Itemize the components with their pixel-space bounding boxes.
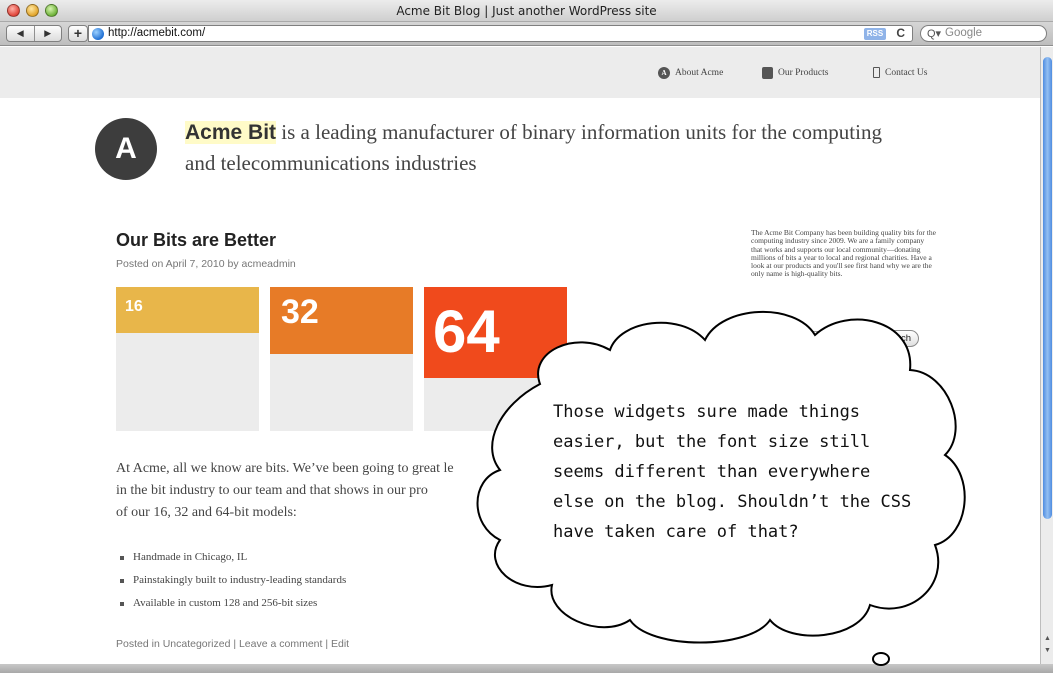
bit-tile-32: 32 [270,287,413,431]
post-footer[interactable]: Posted in Uncategorized | Leave a commen… [116,638,349,650]
nav-label: Our Products [778,68,829,78]
list-item: Handmade in Chicago, IL [120,551,346,574]
globe-icon [92,28,104,40]
nav-our-products[interactable]: Our Products [762,67,828,79]
forward-button[interactable]: ▶ [33,26,62,41]
back-button[interactable]: ◀ [7,26,34,41]
tile-label: 16 [116,287,259,333]
sidebar-about-text: The Acme Bit Company has been building q… [751,228,936,279]
brand-name[interactable]: Acme Bit [185,121,277,144]
list-item: Available in custom 128 and 256-bit size… [120,597,346,620]
search-field[interactable]: Q▾ Google [920,25,1047,42]
site-logo[interactable]: A [95,118,157,180]
feature-list: Handmade in Chicago, IL Painstakingly bu… [120,551,346,620]
history-buttons: ◀ ▶ [6,25,62,42]
bit-tile-64: 64 [424,287,567,431]
nav-label: Contact Us [885,67,928,78]
browser-toolbar: ◀ ▶ + http://acmebit.com/ RSS C Q▾ Googl… [0,22,1053,46]
sidebar-search-button[interactable]: Search [873,330,919,347]
tagline-text: is a leading manufacturer of binary info… [185,120,882,175]
list-item: Painstakingly built to industry-leading … [120,574,346,597]
scroll-up-arrow[interactable]: ▲ [1043,635,1052,642]
a-circle-icon: A [658,67,670,79]
sidebar-search-title: Search [751,316,790,328]
tile-label: 64 [424,287,567,378]
post-meta: Posted on April 7, 2010 by acmeadmin [116,258,296,270]
nav-about-acme[interactable]: A About Acme [658,67,723,79]
window-titlebar: Acme Bit Blog | Just another WordPress s… [0,0,1053,22]
search-icon[interactable]: Q▾ [927,27,941,40]
vertical-scrollbar[interactable]: ▲ ▼ [1040,47,1053,664]
post-title[interactable]: Our Bits are Better [116,230,276,251]
search-placeholder: Google [945,27,983,39]
window-title: Acme Bit Blog | Just another WordPress s… [396,4,657,18]
sidebar-search-input[interactable] [751,331,870,346]
scroll-down-arrow[interactable]: ▼ [1043,647,1052,654]
tile-label: 32 [270,287,413,354]
status-bar [0,664,1053,673]
thought-bubble-text: Those widgets sure made things easier, b… [553,402,912,542]
scrollbar-thumb[interactable] [1043,57,1052,519]
address-bar[interactable]: http://acmebit.com/ RSS C [88,25,913,42]
rss-button[interactable]: RSS [864,28,886,40]
nav-contact-us[interactable]: Contact Us [873,67,927,78]
bit-tile-16: 16 [116,287,259,431]
top-navigation: A About Acme Our Products Contact Us [0,47,1040,98]
nav-label: About Acme [675,68,724,78]
add-bookmark-button[interactable]: + [68,25,88,42]
phone-icon [873,67,880,78]
site-tagline: Acme Bit is a leading manufacturer of bi… [185,117,885,178]
url-text[interactable]: http://acmebit.com/ [108,27,205,39]
box-icon [762,67,773,79]
reload-button[interactable]: C [896,26,905,40]
page-viewport: A About Acme Our Products Contact Us A A… [0,47,1040,664]
